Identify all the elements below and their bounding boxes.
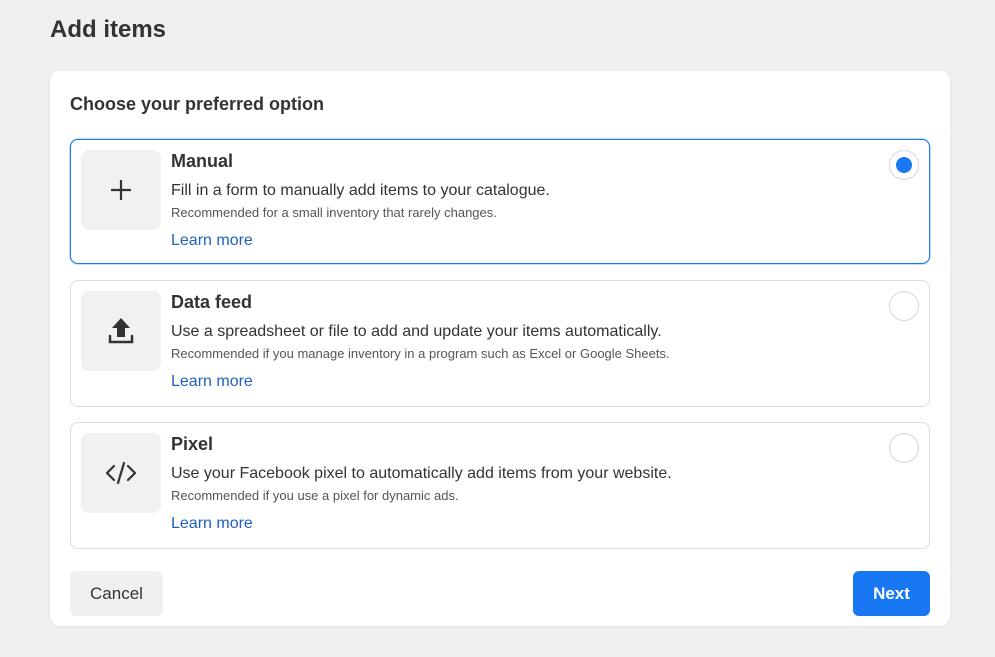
option-icon-box <box>81 150 161 230</box>
radio-selected-dot <box>896 157 912 173</box>
option-manual[interactable]: Manual Fill in a form to manually add it… <box>70 139 930 264</box>
cancel-button[interactable]: Cancel <box>70 571 163 616</box>
option-title: Manual <box>171 151 234 171</box>
option-title: Pixel <box>171 434 214 454</box>
option-pixel[interactable]: Pixel Use your Facebook pixel to automat… <box>70 422 930 549</box>
upload-icon <box>108 318 134 344</box>
option-description: Use your Facebook pixel to automatically… <box>171 465 672 482</box>
learn-more-link[interactable]: Learn more <box>171 514 253 534</box>
radio-pixel[interactable] <box>889 433 919 463</box>
option-icon-box <box>81 433 161 513</box>
option-description: Fill in a form to manually add items to … <box>171 182 550 199</box>
code-icon <box>105 461 137 485</box>
next-button[interactable]: Next <box>853 571 930 616</box>
options-card: Choose your preferred option Manual Fill… <box>50 71 950 626</box>
option-data-feed[interactable]: Data feed Use a spreadsheet or file to a… <box>70 280 930 407</box>
option-description: Use a spreadsheet or file to add and upd… <box>171 323 662 340</box>
option-title: Data feed <box>171 292 253 312</box>
option-recommendation: Recommended if you manage inventory in a… <box>171 346 670 361</box>
page-title: Add items <box>50 16 167 43</box>
learn-more-link[interactable]: Learn more <box>171 231 253 251</box>
card-heading: Choose your preferred option <box>70 94 325 114</box>
plus-icon <box>111 180 131 200</box>
option-icon-box <box>81 291 161 371</box>
radio-data-feed[interactable] <box>889 291 919 321</box>
option-recommendation: Recommended if you use a pixel for dynam… <box>171 488 459 503</box>
option-recommendation: Recommended for a small inventory that r… <box>171 205 497 220</box>
learn-more-link[interactable]: Learn more <box>171 372 253 392</box>
radio-manual[interactable] <box>889 150 919 180</box>
